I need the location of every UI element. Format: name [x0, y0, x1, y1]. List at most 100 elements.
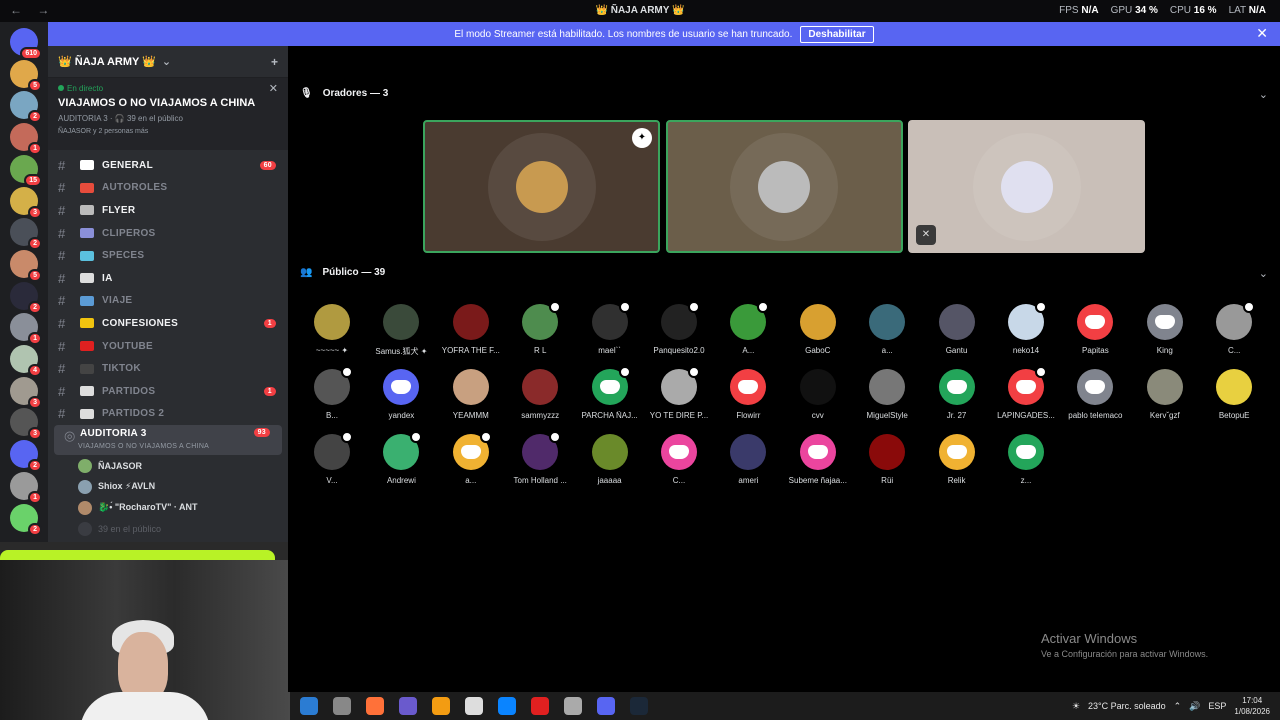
chevron-down-icon[interactable]: ⌄: [1259, 88, 1268, 101]
audience-member[interactable]: PARCHA ÑAJ...: [576, 366, 644, 420]
taskbar-app-icon[interactable]: [465, 697, 483, 715]
weather-text[interactable]: 23°C Parc. soleado: [1088, 701, 1166, 711]
audience-member[interactable]: Rüi: [853, 434, 921, 485]
taskbar-app-icon[interactable]: [300, 697, 318, 715]
weather-icon[interactable]: ☀: [1072, 701, 1080, 712]
guild-icon[interactable]: 2: [10, 503, 42, 536]
speaker-tile[interactable]: ✦: [423, 120, 660, 253]
server-header[interactable]: 👑 ÑAJA ARMY 👑 ⌄ +: [48, 46, 288, 78]
guild-icon[interactable]: 1: [10, 313, 42, 346]
audience-member[interactable]: yandex: [367, 369, 435, 420]
audience-member[interactable]: maelˋˋ: [576, 301, 644, 355]
audience-member[interactable]: cvv: [784, 369, 852, 420]
audience-member[interactable]: Kervˇgzf: [1131, 369, 1199, 420]
live-stage-card[interactable]: En directo VIAJAMOS O NO VIAJAMOS A CHIN…: [48, 78, 288, 150]
guild-icon[interactable]: 2: [10, 281, 42, 314]
audience-member[interactable]: Samus.狐犬 ✦: [367, 304, 435, 357]
channel-item[interactable]: # FLYER: [48, 199, 288, 222]
guild-icon[interactable]: 2: [10, 218, 42, 251]
guild-icon[interactable]: 1: [10, 471, 42, 504]
audience-member[interactable]: BetopuE: [1200, 369, 1268, 420]
guild-icon[interactable]: 3: [10, 408, 42, 441]
audience-member[interactable]: YO TE DIRE P...: [645, 366, 713, 420]
audience-member[interactable]: LAPINGADES...: [992, 366, 1060, 420]
guild-icon[interactable]: 3: [10, 186, 42, 219]
taskbar-app-icon[interactable]: [597, 697, 615, 715]
channel-item[interactable]: # YOUTUBE: [48, 335, 288, 358]
audience-member[interactable]: B...: [298, 366, 366, 420]
chevron-up-icon[interactable]: ⌃: [1174, 701, 1182, 712]
guild-icon[interactable]: 5: [10, 59, 42, 92]
clock[interactable]: 17:04 1/08/2026: [1234, 695, 1270, 717]
audience-member[interactable]: Subeme ñajaa...: [784, 434, 852, 485]
audience-member[interactable]: a...: [853, 304, 921, 355]
audience-member[interactable]: A...: [714, 301, 782, 355]
audience-member[interactable]: pablo telemaco: [1061, 369, 1129, 420]
channel-item[interactable]: # CONFESIONES 1: [48, 312, 288, 335]
audience-member[interactable]: ~~~~~ ✦: [298, 304, 366, 355]
channel-item[interactable]: # PARTIDOS 2: [48, 403, 288, 426]
taskbar-app-icon[interactable]: [432, 697, 450, 715]
audience-member[interactable]: a...: [437, 431, 505, 485]
taskbar-app-icon[interactable]: [531, 697, 549, 715]
taskbar-app-icon[interactable]: [564, 697, 582, 715]
taskbar-app-icon[interactable]: [366, 697, 384, 715]
audience-member[interactable]: Andrewi: [367, 431, 435, 485]
channel-item[interactable]: # GENERAL 60: [48, 154, 288, 177]
guild-icon[interactable]: 1: [10, 123, 42, 156]
close-icon[interactable]: ✕: [1256, 25, 1268, 42]
voice-member[interactable]: ÑAJASOR: [48, 455, 288, 476]
audience-member[interactable]: GaboC: [784, 304, 852, 355]
audience-member[interactable]: YOFRA THE F...: [437, 304, 505, 355]
audience-member[interactable]: ameri: [714, 434, 782, 485]
speaker-tile[interactable]: [665, 120, 903, 253]
voice-member[interactable]: Shiox ⚡AVLN: [48, 476, 288, 497]
audience-member[interactable]: King: [1131, 304, 1199, 355]
guild-icon[interactable]: 2: [10, 440, 42, 473]
taskbar-app-icon[interactable]: [333, 697, 351, 715]
channel-auditoria-3[interactable]: ◎ AUDITORIA 3 93 VIAJAMOS O NO VIAJAMOS …: [54, 425, 282, 456]
volume-icon[interactable]: 🔊: [1189, 701, 1200, 712]
chevron-down-icon[interactable]: ⌄: [1259, 267, 1268, 280]
channel-item[interactable]: # VIAJE: [48, 290, 288, 313]
channel-item[interactable]: # IA: [48, 267, 288, 290]
audience-member[interactable]: Gantu: [923, 304, 991, 355]
audience-member[interactable]: R L: [506, 301, 574, 355]
disable-streamer-button[interactable]: Deshabilitar: [800, 25, 874, 43]
guild-icon[interactable]: 15: [10, 154, 42, 187]
audience-member[interactable]: jaaaaa: [576, 434, 644, 485]
audience-member[interactable]: Jr. 27: [923, 369, 991, 420]
guild-icon[interactable]: 2: [10, 91, 42, 124]
audience-member[interactable]: C...: [645, 434, 713, 485]
audience-member[interactable]: neko14: [992, 301, 1060, 355]
audience-member[interactable]: Panquesito2.0: [645, 301, 713, 355]
channel-item[interactable]: # AUTOROLES: [48, 177, 288, 200]
taskbar-app-icon[interactable]: [630, 697, 648, 715]
speakers-header[interactable]: 🎙 Oradores — 3: [300, 88, 388, 99]
speaker-tile[interactable]: ✕: [908, 120, 1145, 253]
channel-item[interactable]: # SPECES: [48, 244, 288, 267]
audience-member[interactable]: YEAMMM: [437, 369, 505, 420]
guild-icon[interactable]: 3: [10, 376, 42, 409]
audience-member[interactable]: C...: [1200, 301, 1268, 355]
audience-member[interactable]: sammyzzz: [506, 369, 574, 420]
add-member-icon[interactable]: +: [271, 55, 278, 69]
audience-member[interactable]: Tom Holland ...: [506, 431, 574, 485]
voice-member[interactable]: 🐉•́ "RocharoTV" · ANT: [48, 497, 288, 518]
audience-member[interactable]: z...: [992, 434, 1060, 485]
taskbar-app-icon[interactable]: [498, 697, 516, 715]
guild-icon[interactable]: 5: [10, 249, 42, 282]
home-guild-icon[interactable]: 610: [10, 28, 42, 60]
audience-header[interactable]: 👥 Público — 39: [300, 267, 385, 278]
audience-member[interactable]: Relik: [923, 434, 991, 485]
audience-member[interactable]: Papitas: [1061, 304, 1129, 355]
channel-item[interactable]: # CLIPEROS: [48, 222, 288, 245]
channel-item[interactable]: # PARTIDOS 1: [48, 380, 288, 403]
audience-member[interactable]: Flowirr: [714, 369, 782, 420]
guild-icon[interactable]: 4: [10, 345, 42, 377]
taskbar-app-icon[interactable]: [399, 697, 417, 715]
channel-item[interactable]: # TIKTOK: [48, 357, 288, 380]
close-icon[interactable]: ✕: [269, 82, 278, 95]
audience-member[interactable]: MiguelStyle: [853, 369, 921, 420]
language-indicator[interactable]: ESP: [1208, 701, 1226, 711]
